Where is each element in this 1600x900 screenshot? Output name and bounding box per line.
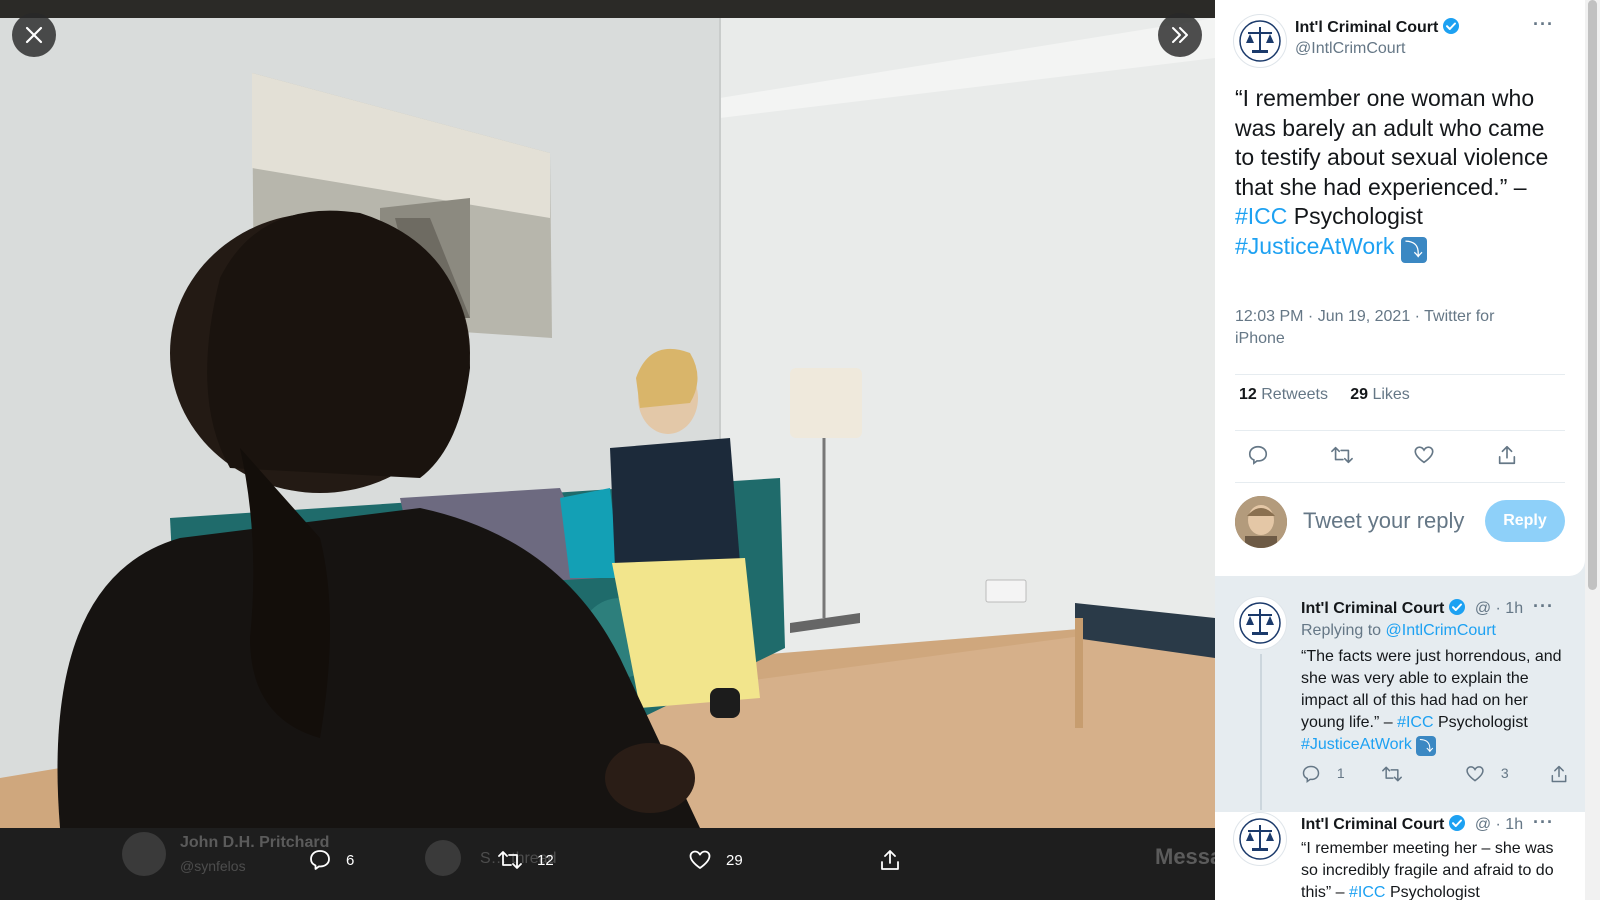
reply-button[interactable]: Reply — [1485, 500, 1565, 542]
expand-panel-button[interactable] — [1158, 13, 1202, 57]
more-options-icon[interactable]: ··· — [1533, 14, 1554, 35]
retweet-icon — [1382, 766, 1402, 782]
like-count: 29 — [726, 851, 743, 869]
tweet-photo[interactable] — [0, 18, 1215, 828]
retweet-icon — [497, 848, 523, 872]
ghost-name: John D.H. Pritchard — [180, 834, 330, 851]
media-viewer: John D.H. Pritchard @synfelos S… thread … — [0, 0, 1215, 900]
media-action-bar: John D.H. Pritchard @synfelos S… thread … — [0, 828, 1215, 900]
close-button[interactable] — [12, 13, 56, 57]
more-options-icon[interactable]: ··· — [1533, 596, 1554, 617]
icc-logo-icon — [1239, 602, 1281, 644]
author-name[interactable]: Int'l Criminal Court — [1301, 816, 1444, 833]
ghost-avatar-2 — [425, 840, 461, 876]
like-icon — [1466, 766, 1484, 782]
retweet-action[interactable] — [1381, 764, 1403, 784]
current-user-avatar — [1235, 496, 1287, 548]
replying-prefix: Replying to — [1301, 622, 1382, 639]
divider — [1235, 430, 1565, 431]
author-name[interactable]: Int'l Criminal Court — [1301, 600, 1444, 617]
tweet-text-psychologist: Psychologist — [1437, 714, 1528, 731]
scrollbar-thumb[interactable] — [1588, 0, 1597, 590]
reply-count: 1 — [1336, 764, 1345, 781]
hashtag-icc[interactable]: #ICC — [1349, 884, 1385, 900]
author-handle[interactable]: @ — [1475, 600, 1491, 617]
tweet-time[interactable]: · 1h — [1496, 600, 1524, 617]
hashtag-justiceatwork[interactable]: #JusticeAtWork — [1235, 233, 1394, 259]
double-chevron-right-icon — [1170, 26, 1190, 44]
retweet-icon[interactable] — [1330, 444, 1354, 471]
share-action[interactable] — [1549, 764, 1569, 784]
like-action[interactable]: 29 — [688, 848, 743, 872]
author-handle[interactable]: @ — [1475, 816, 1491, 833]
retweets-label: Retweets — [1261, 386, 1328, 403]
tweet-text: “I remember meeting her – she was so inc… — [1301, 838, 1571, 900]
reply-action[interactable]: 6 — [308, 848, 354, 872]
arrow-down-emoji: ⤵ — [1400, 236, 1427, 263]
tweet-action-row: 1 3 — [1301, 764, 1571, 788]
close-icon — [25, 26, 43, 44]
tweet-text: “The facts were just horrendous, and she… — [1301, 646, 1571, 756]
reply-input[interactable]: Tweet your reply — [1303, 508, 1473, 534]
retweets-count: 12 — [1239, 386, 1257, 403]
more-options-icon[interactable]: ··· — [1533, 812, 1554, 833]
hashtag-justiceatwork[interactable]: #JusticeAtWork — [1301, 736, 1412, 753]
tweet-text-psychologist: Psychologist — [1389, 884, 1480, 900]
icc-logo-icon — [1239, 818, 1281, 860]
retweets-stat[interactable]: 12 Retweets — [1239, 386, 1328, 403]
likes-label: Likes — [1372, 386, 1410, 403]
thread-tweet[interactable]: Int'l Criminal Court @ · 1h ··· Replying… — [1215, 596, 1585, 810]
thread-connector — [1260, 654, 1262, 810]
reply-icon — [1302, 765, 1320, 783]
ghost-avatar — [122, 832, 166, 876]
hashtag-icc[interactable]: #ICC — [1397, 714, 1433, 731]
ghost-handle: @synfelos — [180, 858, 246, 874]
author-handle[interactable]: @IntlCrimCourt — [1295, 40, 1405, 58]
main-tweet-card: Int'l Criminal Court @IntlCrimCourt ··· … — [1215, 0, 1585, 576]
reply-action[interactable]: 1 — [1301, 764, 1345, 784]
comment-icon — [308, 848, 332, 872]
hashtag-icc[interactable]: #ICC — [1235, 203, 1287, 229]
divider — [1235, 482, 1565, 483]
share-action[interactable] — [878, 848, 902, 872]
author-name[interactable]: Int'l Criminal Court — [1295, 19, 1438, 36]
verified-badge-icon — [1442, 17, 1460, 40]
share-icon — [1551, 765, 1567, 783]
likes-count: 29 — [1350, 386, 1368, 403]
arrow-down-emoji: ⤵ — [1416, 736, 1437, 756]
author-avatar[interactable] — [1233, 812, 1287, 866]
ghost-message-label: Messa — [1155, 844, 1215, 869]
replying-to-link[interactable]: @IntlCrimCourt — [1386, 622, 1496, 639]
tweet-text-body: “I remember one woman who was barely an … — [1235, 85, 1549, 200]
tweet-detail-panel: Int'l Criminal Court @IntlCrimCourt ··· … — [1215, 0, 1600, 900]
author-avatar[interactable] — [1233, 14, 1287, 68]
tweet-stats: 12 Retweets 29 Likes — [1239, 386, 1410, 404]
like-icon[interactable] — [1413, 444, 1435, 471]
like-count: 3 — [1500, 764, 1509, 781]
reply-icon[interactable] — [1247, 444, 1269, 471]
retweet-action[interactable]: 12 — [497, 848, 554, 872]
divider — [1235, 374, 1565, 375]
tweet-time[interactable]: · 1h — [1496, 816, 1524, 833]
likes-stat[interactable]: 29 Likes — [1350, 386, 1410, 403]
tweet-text: “I remember one woman who was barely an … — [1235, 84, 1565, 263]
retweet-count: 12 — [537, 851, 554, 869]
heart-icon — [688, 848, 712, 872]
icc-logo-icon — [1239, 20, 1281, 62]
share-icon[interactable] — [1496, 444, 1518, 471]
like-action[interactable]: 3 — [1465, 764, 1509, 784]
scrollbar[interactable] — [1585, 0, 1600, 900]
verified-badge-icon — [1448, 814, 1466, 837]
tweet-timestamp[interactable]: 12:03 PM · Jun 19, 2021 · Twitter for iP… — [1235, 306, 1535, 350]
share-icon — [878, 848, 902, 872]
verified-badge-icon — [1448, 598, 1466, 621]
thread-tweet[interactable]: Int'l Criminal Court @ · 1h ··· “I remem… — [1215, 812, 1585, 900]
tweet-text-psychologist: Psychologist — [1293, 203, 1423, 229]
author-avatar[interactable] — [1233, 596, 1287, 650]
reply-count: 6 — [346, 851, 355, 869]
